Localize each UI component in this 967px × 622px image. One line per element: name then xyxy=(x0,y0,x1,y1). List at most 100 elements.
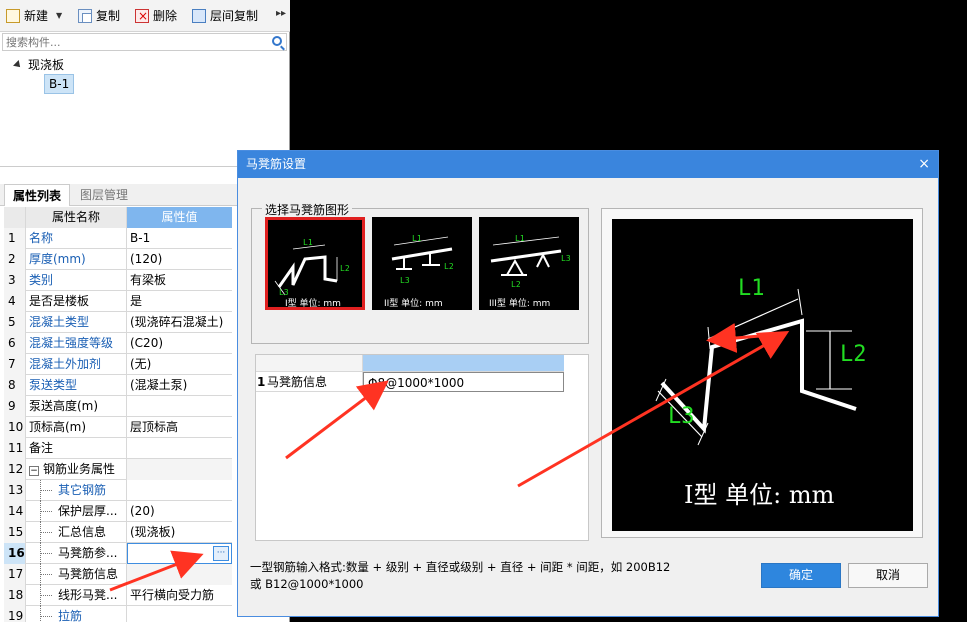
row-number: 12 xyxy=(4,459,26,480)
new-button[interactable]: 新建 ▼ xyxy=(6,6,62,26)
property-name: 混凝土类型 xyxy=(26,312,127,333)
table-row[interactable]: 9 泵送高度(m) xyxy=(4,396,232,417)
dimension-label: L3 xyxy=(279,288,289,297)
table-row[interactable]: 8 泵送类型 (混凝土泵) xyxy=(4,375,232,396)
copy-icon xyxy=(78,9,92,23)
copy-button[interactable]: 复制 xyxy=(78,6,120,26)
property-value[interactable]: 是 xyxy=(127,291,232,312)
table-row[interactable]: 11 备注 xyxy=(4,438,232,459)
floor-copy-icon xyxy=(192,9,206,23)
more-chevron-icon[interactable]: ▸▸ xyxy=(276,8,286,19)
row-number: 1 xyxy=(257,375,266,389)
shape-type-1-drawing: L1 L2 L3 I型 单位: mm xyxy=(274,238,350,309)
shape-caption: I型 单位: mm xyxy=(285,297,341,309)
delete-button[interactable]: 删除 xyxy=(135,6,177,26)
toolbar: 新建 ▼ 复制 删除 层间复制 ▸▸ xyxy=(0,0,290,32)
row-number: 10 xyxy=(4,417,26,438)
property-value[interactable]: B-1 xyxy=(127,228,232,249)
collapse-icon[interactable]: − xyxy=(29,466,39,476)
table-row[interactable]: 7 混凝土外加剂 (无) xyxy=(4,354,232,375)
dialog-title-bar[interactable]: 马凳筋设置 × xyxy=(238,151,938,178)
table-row[interactable]: 4 是否是楼板 是 xyxy=(4,291,232,312)
expand-triangle-icon[interactable] xyxy=(13,59,23,70)
table-row[interactable]: 2 厚度(mm) (120) xyxy=(4,249,232,270)
property-value[interactable] xyxy=(127,438,232,459)
grid-header-value: 属性值 xyxy=(127,207,232,228)
property-value[interactable]: 层顶标高 xyxy=(127,417,232,438)
table-row[interactable]: 15 汇总信息 (现浇板) xyxy=(4,522,232,543)
dimension-label-l3: L3 xyxy=(668,404,695,429)
table-row-selected[interactable]: 16 马凳筋参... ··· xyxy=(4,543,232,564)
cancel-button[interactable]: 取消 xyxy=(848,563,928,588)
shape-type-2[interactable]: L1 L2 L3 II型 单位: mm xyxy=(372,217,472,310)
dropdown-caret-icon[interactable]: ▼ xyxy=(56,6,62,26)
tree-item-b1[interactable]: B-1 xyxy=(44,74,75,94)
property-value[interactable] xyxy=(127,606,232,622)
property-value[interactable]: (现浇板) xyxy=(127,522,232,543)
shape-caption: II型 单位: mm xyxy=(384,297,443,309)
row-number: 17 xyxy=(4,564,26,585)
tab-properties[interactable]: 属性列表 xyxy=(4,184,71,206)
grid-header-num xyxy=(4,207,26,228)
property-value[interactable] xyxy=(127,480,232,501)
property-group: − 钢筋业务属性 xyxy=(26,459,127,480)
property-name: 马凳筋信息 xyxy=(26,564,127,585)
close-icon[interactable]: × xyxy=(918,151,930,178)
shape-group-label: 选择马凳筋图形 xyxy=(262,201,353,218)
property-name: 其它钢筋 xyxy=(26,480,127,501)
table-row[interactable]: 1 马凳筋信息 Φ8@1000*1000 xyxy=(256,372,564,392)
row-number: 8 xyxy=(4,375,26,396)
property-name: 备注 xyxy=(26,438,127,459)
confirm-button[interactable]: 确定 xyxy=(761,563,841,588)
stool-info-table: 1 马凳筋信息 Φ8@1000*1000 xyxy=(255,354,589,541)
grid-header-name: 属性名称 xyxy=(26,207,127,228)
search-icon[interactable] xyxy=(272,36,282,46)
property-value[interactable] xyxy=(127,564,232,585)
dimension-label-l2: L2 xyxy=(840,342,867,367)
shape-type-3[interactable]: L1 L3 L2 III型 单位: mm xyxy=(479,217,579,310)
property-value[interactable]: (混凝土泵) xyxy=(127,375,232,396)
property-value[interactable]: (20) xyxy=(127,501,232,522)
row-number: 1 xyxy=(4,228,26,249)
floor-copy-label: 层间复制 xyxy=(210,9,259,23)
row-number: 15 xyxy=(4,522,26,543)
row-number: 18 xyxy=(4,585,26,606)
property-value[interactable]: 平行横向受力筋 xyxy=(127,585,232,606)
property-value[interactable]: (无) xyxy=(127,354,232,375)
row-number: 14 xyxy=(4,501,26,522)
property-name: 线形马凳... xyxy=(26,585,127,606)
table-row[interactable]: 18 线形马凳... 平行横向受力筋 xyxy=(4,585,232,606)
property-value[interactable]: (120) xyxy=(127,249,232,270)
property-value[interactable]: 有梁板 xyxy=(127,270,232,291)
ellipsis-button[interactable]: ··· xyxy=(213,546,229,561)
floor-copy-button[interactable]: 层间复制 xyxy=(192,6,258,26)
table-row[interactable]: 19 拉筋 xyxy=(4,606,232,622)
stool-info-field[interactable]: Φ8@1000*1000 xyxy=(363,372,564,392)
table-row[interactable]: 17 马凳筋信息 xyxy=(4,564,232,585)
property-name: 保护层厚... xyxy=(26,501,127,522)
table-row[interactable]: 3 类别 有梁板 xyxy=(4,270,232,291)
table-row[interactable]: 6 混凝土强度等级 (C20) xyxy=(4,333,232,354)
row-number: 4 xyxy=(4,291,26,312)
table-row[interactable]: 13 其它钢筋 xyxy=(4,480,232,501)
row-number: 13 xyxy=(4,480,26,501)
row-number: 7 xyxy=(4,354,26,375)
property-value[interactable] xyxy=(127,396,232,417)
row-number: 6 xyxy=(4,333,26,354)
property-value[interactable]: (现浇碎石混凝土) xyxy=(127,312,232,333)
table-row[interactable]: 14 保护层厚... (20) xyxy=(4,501,232,522)
table-row[interactable]: 10 顶标高(m) 层顶标高 xyxy=(4,417,232,438)
table-row[interactable]: 5 混凝土类型 (现浇碎石混凝土) xyxy=(4,312,232,333)
table-row[interactable]: 1 名称 B-1 xyxy=(4,228,232,249)
property-value[interactable]: (C20) xyxy=(127,333,232,354)
shape-type-2-drawing: L1 L2 L3 II型 单位: mm xyxy=(384,234,454,309)
tab-layers[interactable]: 图层管理 xyxy=(72,184,136,206)
row-key: 马凳筋信息 xyxy=(265,372,363,392)
search-input[interactable] xyxy=(3,34,263,50)
shape-type-1[interactable]: L1 L2 L3 I型 单位: mm xyxy=(265,217,365,310)
search-box xyxy=(2,33,287,51)
table-row-group[interactable]: 12 − 钢筋业务属性 xyxy=(4,459,232,480)
table-header xyxy=(256,355,564,372)
tree-node-slab[interactable]: 现浇板 xyxy=(13,56,64,73)
property-value-editor[interactable]: ··· xyxy=(127,543,232,564)
